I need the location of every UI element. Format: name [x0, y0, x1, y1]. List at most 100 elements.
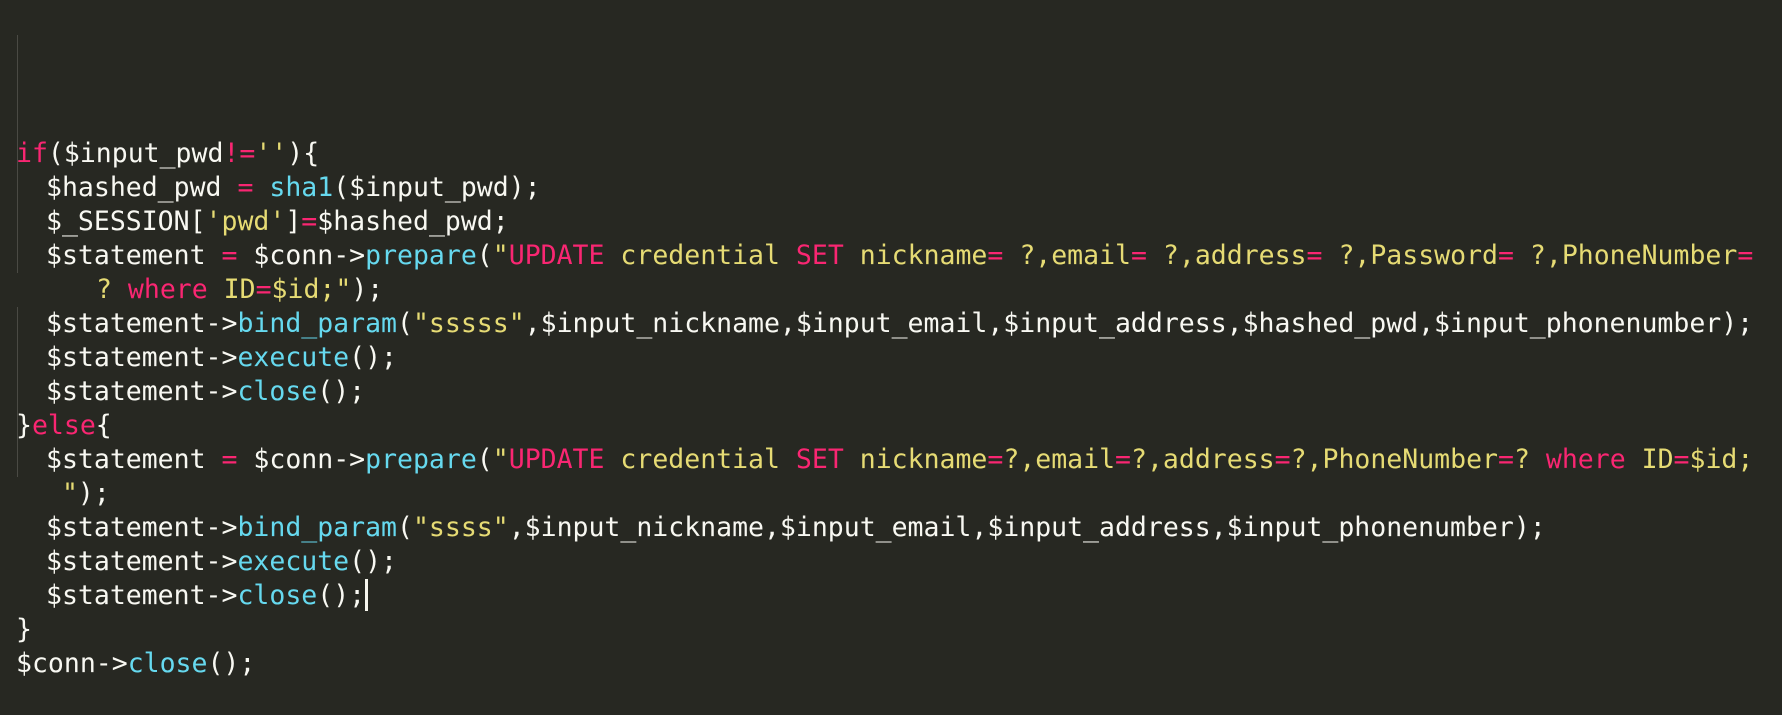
keyword-token: else — [31, 410, 96, 441]
code-token: ( — [397, 512, 413, 543]
keyword-token: = — [237, 172, 254, 203]
keyword-token: = — [1131, 240, 1147, 271]
function-token: close — [127, 648, 208, 679]
code-token: } — [16, 410, 32, 441]
code-line[interactable]: ? where ID=$id;"); — [16, 273, 1782, 307]
code-line[interactable]: $_SESSION['pwd']=$hashed_pwd; — [16, 205, 1782, 239]
code-token: $statement-> — [46, 580, 238, 611]
code-token: { — [95, 410, 112, 441]
code-token: $statement — [46, 240, 222, 271]
keyword-token: = — [987, 240, 1004, 271]
string-token: ?,PhoneNumber — [1513, 240, 1738, 271]
code-line[interactable]: $statement->execute(); — [16, 341, 1782, 375]
string-token: "ssss" — [412, 512, 509, 543]
keyword-token: = — [1306, 240, 1323, 271]
code-line[interactable]: $statement = $conn->prepare("UPDATE cred… — [16, 239, 1782, 273]
code-token: ($input_pwd — [47, 138, 224, 169]
code-token: (); — [349, 342, 398, 373]
string-token: credential — [604, 444, 796, 475]
text-cursor — [365, 579, 369, 611]
code-line[interactable]: }else{ — [16, 409, 1782, 443]
code-line[interactable]: $statement->bind_param("sssss",$input_ni… — [16, 307, 1782, 341]
code-token: $statement-> — [46, 308, 238, 339]
keyword-token: != — [223, 138, 256, 169]
code-token: ); — [351, 274, 384, 305]
code-lines: if($input_pwd!=''){$hashed_pwd = sha1($i… — [16, 137, 1782, 681]
keyword-token: = — [1673, 444, 1690, 475]
function-token: prepare — [365, 240, 477, 271]
keyword-token: SET — [795, 444, 844, 475]
code-token: $statement-> — [46, 376, 238, 407]
function-token: close — [237, 376, 318, 407]
string-token: ID — [1625, 444, 1674, 475]
code-token: } — [16, 614, 32, 645]
keyword-token: = — [1115, 444, 1132, 475]
string-token: $id;" — [271, 274, 352, 305]
string-token: ?,address — [1146, 240, 1307, 271]
keyword-token: = — [221, 240, 238, 271]
code-token: ){ — [287, 138, 320, 169]
function-token: sha1 — [269, 172, 334, 203]
string-token: ?,email — [1003, 444, 1116, 475]
keyword-token: = — [255, 274, 272, 305]
code-line[interactable]: $statement->bind_param("ssss",$input_nic… — [16, 511, 1782, 545]
code-token: $conn-> — [237, 240, 366, 271]
function-token: bind_param — [237, 308, 397, 339]
code-line[interactable]: $hashed_pwd = sha1($input_pwd); — [16, 171, 1782, 205]
code-token: $statement-> — [46, 512, 238, 543]
code-token: ,$input_nickname,$input_email,$input_add… — [524, 308, 1754, 339]
string-token: nickname — [843, 240, 988, 271]
keyword-token: = — [301, 206, 318, 237]
code-token: $statement-> — [46, 342, 238, 373]
string-token: nickname — [843, 444, 988, 475]
code-token: ] — [285, 206, 302, 237]
string-token: ? — [1513, 444, 1546, 475]
code-editor[interactable]: if($input_pwd!=''){$hashed_pwd = sha1($i… — [0, 0, 1782, 679]
string-token: " — [492, 444, 509, 475]
code-token: ,$input_nickname,$input_email,$input_add… — [508, 512, 1546, 543]
string-token: ? — [96, 274, 128, 305]
string-token: ID — [207, 274, 256, 305]
keyword-token: = — [987, 444, 1004, 475]
function-token: execute — [237, 342, 350, 373]
string-token: credential — [604, 240, 796, 271]
code-token: $_SESSION[ — [46, 206, 206, 237]
string-token: $id; — [1689, 444, 1754, 475]
code-token: $statement-> — [46, 546, 238, 577]
code-line[interactable]: $statement = $conn->prepare("UPDATE cred… — [16, 443, 1782, 477]
code-line[interactable]: $statement->execute(); — [16, 545, 1782, 579]
string-token: 'pwd' — [205, 206, 286, 237]
function-token: prepare — [365, 444, 477, 475]
keyword-token: = — [1737, 240, 1754, 271]
keyword-token: where — [127, 274, 208, 305]
code-token: $hashed_pwd — [46, 172, 238, 203]
code-line[interactable]: $statement->close(); — [16, 375, 1782, 409]
code-token: $conn-> — [16, 648, 128, 679]
string-token: " — [46, 478, 78, 509]
code-token: $conn-> — [237, 444, 366, 475]
code-token: (); — [207, 648, 256, 679]
code-line[interactable]: } — [16, 613, 1782, 647]
code-line[interactable]: if($input_pwd!=''){ — [16, 137, 1782, 171]
code-line[interactable]: $statement->close(); — [16, 579, 1782, 613]
function-token: execute — [237, 546, 350, 577]
string-token: ?,Password — [1322, 240, 1498, 271]
keyword-token: UPDATE — [508, 240, 605, 271]
string-token: ?,email — [1003, 240, 1131, 271]
keyword-token: = — [221, 444, 238, 475]
keyword-token: SET — [795, 240, 844, 271]
code-token: ( — [397, 308, 413, 339]
keyword-token: = — [1274, 444, 1291, 475]
string-token: '' — [255, 138, 288, 169]
code-token: $hashed_pwd; — [317, 206, 509, 237]
string-token: ?,PhoneNumber — [1290, 444, 1498, 475]
string-token: " — [492, 240, 509, 271]
code-token: ); — [77, 478, 110, 509]
function-token: bind_param — [237, 512, 397, 543]
code-token: ( — [476, 444, 493, 475]
keyword-token: = — [1497, 240, 1514, 271]
code-line[interactable]: $conn->close(); — [16, 647, 1782, 681]
code-line[interactable]: "); — [16, 477, 1782, 511]
keyword-token: = — [1498, 444, 1514, 475]
